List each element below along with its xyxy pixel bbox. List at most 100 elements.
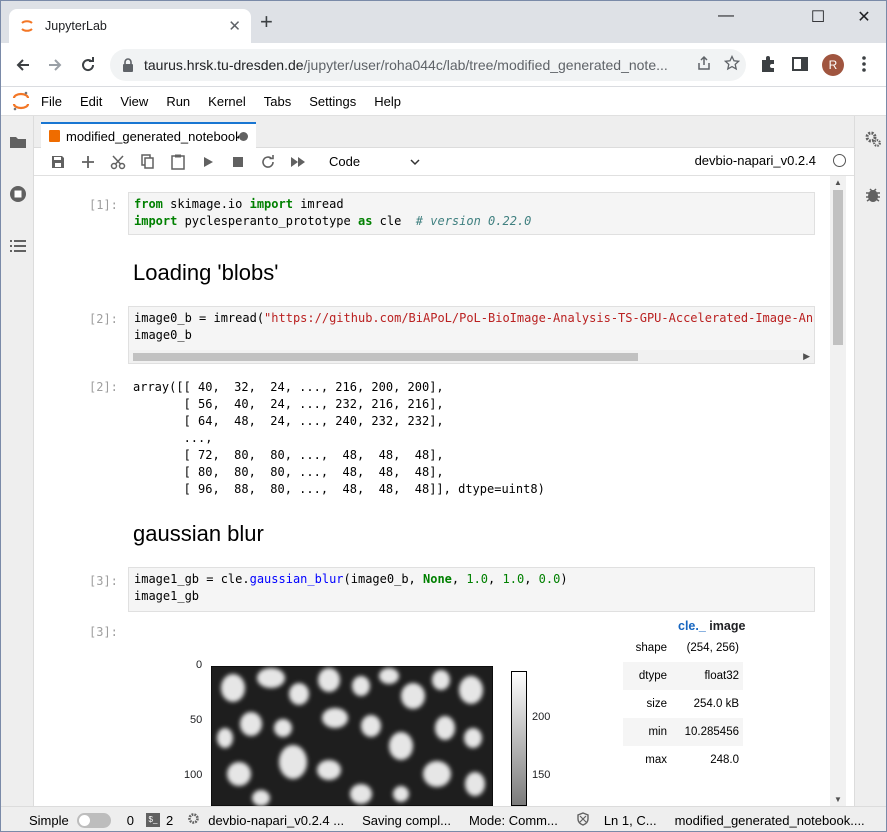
chevron-down-icon[interactable] <box>410 153 420 171</box>
url-text: taurus.hrsk.tu-dresden.de/jupyter/user/r… <box>144 57 690 73</box>
copy-icon[interactable] <box>133 150 163 174</box>
row-key: min <box>648 726 667 738</box>
code-number: 1.0 <box>502 572 525 586</box>
output-prompt: [3]: <box>89 625 118 639</box>
jupyter-logo-icon <box>1 87 41 116</box>
output-prompt: [2]: <box>89 380 118 394</box>
window-close-button[interactable]: ✕ <box>854 7 874 27</box>
notebook-tab[interactable]: modified_generated_notebook <box>41 122 256 148</box>
profile-avatar[interactable]: R <box>822 54 844 76</box>
kernel-status[interactable]: devbio-napari_v0.2.4 ... <box>208 813 344 828</box>
jupyter-menubar: File Edit View Run Kernel Tabs Settings … <box>1 87 886 116</box>
add-cell-icon[interactable] <box>73 150 103 174</box>
notebook-tab-name: modified_generated_notebook <box>66 128 239 144</box>
code-token: as <box>357 214 373 228</box>
row-key: max <box>645 754 667 766</box>
tab-title: JupyterLab <box>45 19 107 33</box>
interrupt-stop-icon[interactable] <box>223 150 253 174</box>
extensions-puzzle-icon[interactable] <box>758 55 778 75</box>
header-text: image <box>705 619 746 633</box>
saving-status: Saving compl... <box>362 812 451 828</box>
y-tick-label: 0 <box>196 659 203 671</box>
row-value: 254.0 kB <box>693 698 739 710</box>
forward-arrow-icon[interactable] <box>45 55 65 75</box>
tab-close-icon[interactable]: ✕ <box>228 17 241 35</box>
main-area: modified_generated_notebook Code devbio-… <box>34 116 854 806</box>
code-cell-3[interactable]: image1_gb = cle.gaussian_blur(image0_b, … <box>128 567 815 612</box>
left-sidebar <box>1 116 34 806</box>
kernels-count[interactable]: 2 <box>166 813 173 828</box>
cut-icon[interactable] <box>103 150 133 174</box>
address-bar[interactable]: taurus.hrsk.tu-dresden.de/jupyter/user/r… <box>110 49 746 81</box>
kernel-name[interactable]: devbio-napari_v0.2.4 <box>695 153 816 168</box>
code-cell-2[interactable]: image0_b = imread("https://github.com/Bi… <box>128 306 815 351</box>
notebook-content[interactable]: [1]: from skimage.io import imread impor… <box>41 176 840 806</box>
reload-icon[interactable] <box>78 55 98 75</box>
table-row: shape (254, 256) <box>623 634 743 662</box>
colorbar-tick-label: 150 <box>532 769 551 781</box>
scrollbar-thumb[interactable] <box>133 353 638 361</box>
cursor-position[interactable]: Ln 1, C... <box>604 813 657 828</box>
minimize-button[interactable]: — <box>716 7 736 25</box>
restart-icon[interactable] <box>253 150 283 174</box>
cle-link[interactable]: cle._ <box>678 619 706 633</box>
side-panel-icon[interactable] <box>790 55 810 75</box>
no-bug-shield-icon[interactable] <box>576 811 590 829</box>
debugger-bug-icon[interactable] <box>864 186 882 204</box>
row-key: dtype <box>638 670 667 682</box>
y-tick-label: 50 <box>190 714 203 726</box>
menu-tabs[interactable]: Tabs <box>264 94 291 109</box>
gear-icon <box>187 812 200 828</box>
code-token: skimage.io <box>162 197 250 211</box>
menu-help[interactable]: Help <box>374 94 401 109</box>
menu-kernel[interactable]: Kernel <box>208 94 246 109</box>
table-of-contents-icon[interactable] <box>8 236 28 256</box>
code-token: import <box>249 197 293 211</box>
terminals-count[interactable]: 0 <box>127 813 134 828</box>
property-inspector-gear-icon[interactable] <box>864 130 882 148</box>
bookmark-star-icon[interactable] <box>718 54 746 75</box>
row-value: 248.0 <box>710 754 739 766</box>
code-cell-1[interactable]: from skimage.io import imread import pyc… <box>128 192 815 235</box>
code-token: , <box>488 572 503 586</box>
table-row: min 10.285456 <box>623 718 743 746</box>
horizontal-scrollbar[interactable]: ▶ <box>128 350 815 364</box>
row-value: 10.285456 <box>684 726 739 738</box>
folder-icon[interactable] <box>8 132 28 152</box>
scroll-up-arrow-icon[interactable]: ▲ <box>834 178 842 187</box>
y-tick-label: 100 <box>184 769 203 781</box>
menu-file[interactable]: File <box>41 94 62 109</box>
share-icon[interactable] <box>690 55 718 75</box>
kernel-status-circle-icon <box>833 154 846 167</box>
menu-run[interactable]: Run <box>166 94 190 109</box>
scroll-right-arrow-icon[interactable]: ▶ <box>803 351 810 362</box>
code-token: (image0_b, <box>343 572 423 586</box>
vertical-scrollbar[interactable]: ▲ ▼ <box>830 176 846 806</box>
maximize-button[interactable]: ☐ <box>808 7 828 27</box>
run-all-fast-forward-icon[interactable] <box>283 150 313 174</box>
scroll-down-arrow-icon[interactable]: ▼ <box>834 795 842 804</box>
menu-edit[interactable]: Edit <box>80 94 102 109</box>
paste-icon[interactable] <box>163 150 193 174</box>
running-stop-icon[interactable] <box>8 184 28 204</box>
cell-prompt: [3]: <box>89 574 118 588</box>
code-number: 1.0 <box>466 572 489 586</box>
file-name-status: modified_generated_notebook.... <box>674 812 865 828</box>
menu-settings[interactable]: Settings <box>309 94 356 109</box>
run-icon[interactable] <box>193 150 223 174</box>
new-tab-button[interactable]: + <box>260 11 273 33</box>
menu-view[interactable]: View <box>120 94 148 109</box>
code-token: cle <box>372 214 416 228</box>
back-arrow-icon[interactable] <box>13 55 33 75</box>
array-output: array([[ 40, 32, 24, ..., 216, 200, 200]… <box>133 380 545 496</box>
browser-tab[interactable]: JupyterLab ✕ <box>9 9 251 43</box>
status-bar: Simple 0 $_ 2 devbio-napari_v0.2.4 ... S… <box>1 806 886 831</box>
save-icon[interactable] <box>43 150 73 174</box>
unsaved-dot-icon[interactable] <box>239 131 248 141</box>
scrollbar-thumb[interactable] <box>833 190 843 345</box>
simple-mode-toggle[interactable] <box>76 812 111 828</box>
more-menu-icon[interactable] <box>854 55 874 75</box>
code-token: from <box>134 197 163 211</box>
cell-type-select[interactable]: Code <box>329 154 360 169</box>
code-function: gaussian_blur <box>249 572 344 586</box>
